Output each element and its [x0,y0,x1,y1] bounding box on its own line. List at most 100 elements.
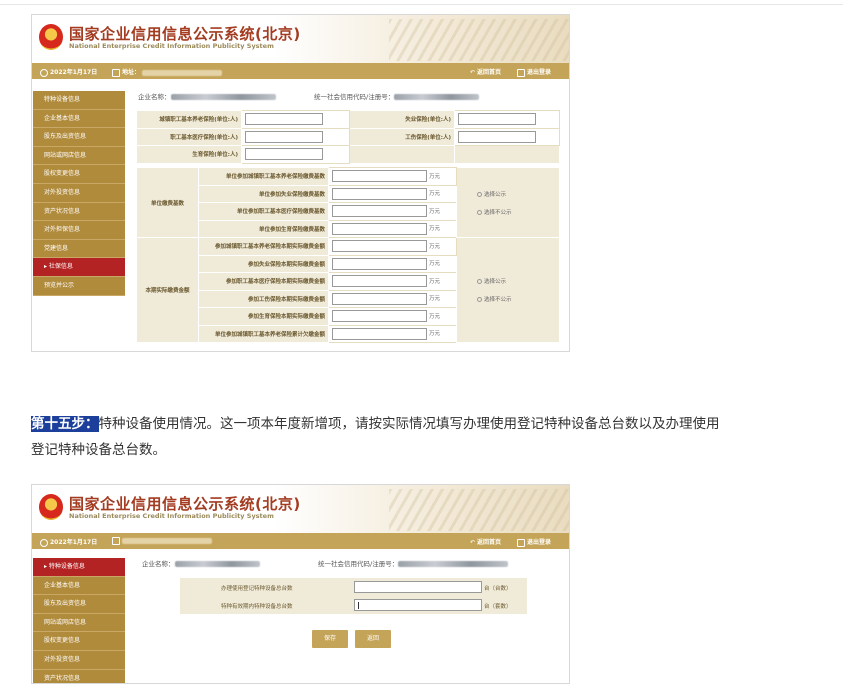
maternity-insured-label: 生育保险(单位:人) [136,145,242,164]
sidebar-item[interactable]: 股权变更信息 [33,165,125,184]
sidebar-item[interactable]: 网站或网店信息 [33,146,125,166]
injury-insured-input[interactable] [458,130,536,143]
contribution-base-item-label: 单位参加失业保险缴费基数 [198,184,329,203]
sidebar-item[interactable]: 企业基本信息 [33,109,125,129]
actual-payment-input[interactable] [332,292,427,305]
current-date: 2022年1月17日 [50,69,98,76]
screenshot-special-equipment: 国家企业信用信息公示系统(北京) National Enterprise Cre… [31,484,570,684]
sidebar-item[interactable]: ▸ 社保信息 [33,258,125,277]
medical-insured-label: 职工基本医疗保险(单位:人) [136,127,242,146]
great-wall-decoration [389,19,569,61]
contribution-base-input[interactable] [332,170,427,183]
contribution-base-input[interactable] [332,187,427,200]
contribution-table: 单位缴费基数 单位参加城镇职工基本养老保险缴费基数 万元 选择公示 选择不公示 单位参加失… [136,167,560,343]
actual-payment-item-label: 参加工伤保险本期实际缴费金额 [198,289,329,308]
back-home-link[interactable]: ↶ 返回首页 [470,67,501,76]
publish-radio[interactable]: 选择公示 [477,277,556,285]
unemployment-insured-input[interactable] [458,113,536,126]
clock-icon [40,538,48,547]
sidebar: 特种设备信息 企业基本信息 股东及出资信息 网站或网店信息 股权变更信息 对外投资信息 资产… [33,91,125,296]
valid-equipment-unit: 台（套数） [484,604,512,610]
sidebar-item[interactable]: 党建信息 [33,239,125,259]
sidebar-item[interactable]: 特种设备信息 [33,91,125,110]
actual-payment-item-label: 单位参加城镇职工基本养老保险累计欠缴金额 [198,324,329,343]
company-name-row: 企业名称： [138,91,276,101]
sidebar-item[interactable]: 资产状况信息 [33,202,125,222]
sidebar-item[interactable]: 股东及出资信息 [33,128,125,147]
pension-insured-label: 城镇职工基本养老保险(单位:人) [136,110,242,129]
site-subtitle: National Enterprise Credit Information P… [69,512,274,520]
pension-insured-input[interactable] [245,113,323,126]
site-subtitle: National Enterprise Credit Information P… [69,42,274,50]
sidebar-item[interactable]: 企业基本信息 [33,576,125,596]
actual-payment-input[interactable] [332,310,427,323]
logout-link[interactable]: 退出登录 [517,67,551,77]
sidebar-item[interactable]: 资产状况信息 [33,669,125,683]
unit-label: 万元 [429,278,441,285]
credit-code-row: 统一社会信用代码/注册号： [314,91,480,101]
contribution-base-visibility: 选择公示 选择不公示 [456,167,560,238]
unit-label: 万元 [429,261,441,268]
site-title: 国家企业信用信息公示系统(北京) [69,495,301,513]
info-bar: 2022年1月17日 地址： ↶ 返回首页 退出登录 [32,63,569,79]
actual-payment-input[interactable] [332,257,427,270]
info-bar: 2022年1月17日 ↶ 返回首页 退出登录 [32,533,569,549]
radio-icon [477,209,482,215]
publish-radio[interactable]: 选择公示 [477,190,556,198]
step-instruction: 第十五步：特种设备使用情况。这一项本年度新增项，请按实际情况填写办理使用登记特种… [31,411,721,463]
top-divider [0,4,843,5]
radio-icon [477,279,482,284]
actual-payment-item-label: 参加职工基本医疗保险本期实际缴费金额 [198,272,329,291]
contribution-base-input[interactable] [332,205,427,218]
back-home-link[interactable]: ↶ 返回首页 [470,537,501,546]
text-cursor [358,602,359,609]
unemployment-insured-label: 失业保险(单位:人) [349,110,455,129]
actual-payment-input[interactable] [332,240,427,253]
registered-equipment-unit: 台（台数） [484,586,512,592]
building-icon [112,537,120,545]
maternity-insured-input[interactable] [245,148,323,161]
save-button[interactable]: 保存 [312,630,348,648]
clock-icon [40,68,48,77]
great-wall-decoration [389,489,569,531]
sidebar-item[interactable]: 股权变更信息 [33,632,125,651]
national-emblem-icon [39,24,63,50]
logout-link[interactable]: 退出登录 [517,537,551,547]
contribution-base-input[interactable] [332,222,427,235]
sidebar-item[interactable]: ▸ 特种设备信息 [33,558,125,577]
sidebar-item[interactable]: 网站或网店信息 [33,613,125,633]
site-header: 国家企业信用信息公示系统(北京) National Enterprise Cre… [32,485,569,533]
registered-equipment-input[interactable] [354,581,482,593]
step-tag: 第十五步： [31,416,99,432]
medical-insured-input[interactable] [245,130,323,143]
injury-insured-label: 工伤保险(单位:人) [349,127,455,146]
actual-payment-visibility: 选择公示 选择不公示 [456,237,560,343]
unpublish-radio[interactable]: 选择不公示 [477,295,556,303]
unpublish-radio[interactable]: 选择不公示 [477,208,556,216]
valid-equipment-input[interactable] [354,599,482,611]
sidebar-item[interactable]: 对外投资信息 [33,650,125,670]
actual-payment-input[interactable] [332,327,427,340]
logout-icon [517,538,525,547]
site-title: 国家企业信用信息公示系统(北京) [69,25,301,43]
logout-icon [517,68,525,77]
registered-equipment-label: 办理使用登记特种设备总台数 [221,586,293,592]
back-button[interactable]: 返回 [355,630,391,648]
step-text: 特种设备使用情况。这一项本年度新增项，请按实际情况填写办理使用登记特种设备总台数… [31,416,720,458]
contribution-base-label: 单位缴费基数 [136,167,199,238]
unit-label: 万元 [429,296,441,303]
credit-code-row: 统一社会信用代码/注册号： [318,558,509,568]
actual-payment-item-label: 参加生育保险本期实际缴费金额 [198,307,329,326]
sidebar-item[interactable]: 对外投资信息 [33,183,125,203]
unit-label: 万元 [429,173,441,180]
contribution-base-item-label: 单位参加城镇职工基本养老保险缴费基数 [198,167,329,186]
unit-label: 万元 [429,191,441,198]
sidebar-item[interactable]: 对外担保信息 [33,221,125,240]
sidebar-item[interactable]: 预览并公示 [33,276,125,296]
actual-payment-item-label: 参加失业保险本期实际缴费金额 [198,254,329,273]
sidebar-item[interactable]: 股东及出资信息 [33,595,125,614]
unit-label: 万元 [429,313,441,320]
national-emblem-icon [39,494,63,520]
actual-payment-input[interactable] [332,275,427,288]
actual-payment-label: 本期实际缴费金额 [136,237,199,343]
